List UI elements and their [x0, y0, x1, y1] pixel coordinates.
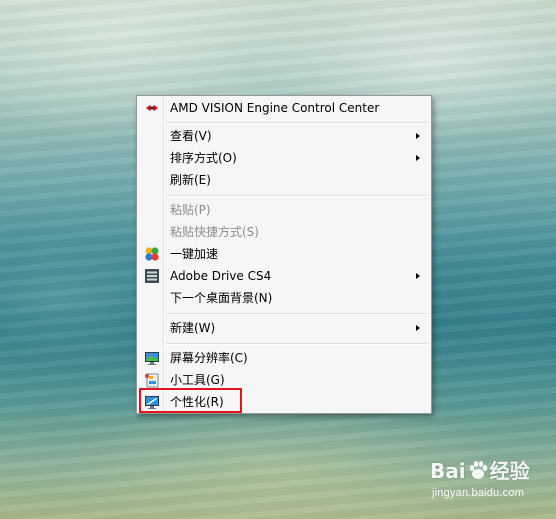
menu-item-label: 一键加速 [170, 247, 219, 261]
menu-item-screen-resolution[interactable]: 屏幕分辨率(C) [140, 347, 428, 369]
speedup-icon [143, 245, 161, 263]
menu-item-label: AMD VISION Engine Control Center [170, 101, 380, 115]
submenu-arrow-icon [416, 325, 420, 331]
menu-item-paste[interactable]: 粘贴(P) [140, 199, 428, 221]
menu-item-label: 屏幕分辨率(C) [170, 351, 248, 365]
menu-item-next-background[interactable]: 下一个桌面背景(N) [140, 287, 428, 309]
menu-separator [166, 195, 428, 197]
menu-item-label: 粘贴(P) [170, 203, 211, 217]
submenu-arrow-icon [416, 273, 420, 279]
menu-item-label: 刷新(E) [170, 173, 211, 187]
menu-item-label: 新建(W) [170, 321, 216, 335]
desktop-context-menu: AMD VISION Engine Control Center 查看(V) 排… [136, 95, 432, 414]
gadgets-icon [143, 371, 161, 389]
menu-item-refresh[interactable]: 刷新(E) [140, 169, 428, 191]
menu-item-speedup[interactable]: 一键加速 [140, 243, 428, 265]
menu-item-label: Adobe Drive CS4 [170, 269, 272, 283]
paw-icon [467, 459, 489, 481]
adobe-drive-icon [143, 267, 161, 285]
menu-item-view[interactable]: 查看(V) [140, 125, 428, 147]
menu-item-new[interactable]: 新建(W) [140, 317, 428, 339]
watermark-url: jingyan.baidu.com [432, 487, 525, 499]
menu-item-label: 排序方式(O) [170, 151, 237, 165]
annotation-highlight-box [139, 388, 242, 413]
baidu-jingyan-watermark: Bai 经验 jingyan.baidu.com [430, 455, 550, 505]
menu-separator [166, 343, 428, 345]
menu-separator [166, 122, 428, 124]
submenu-arrow-icon [416, 155, 420, 161]
watermark-logo-left: Bai [430, 459, 466, 483]
menu-item-amd-vision[interactable]: AMD VISION Engine Control Center [140, 97, 428, 119]
submenu-arrow-icon [416, 133, 420, 139]
amd-icon [143, 99, 161, 117]
watermark-logo: Bai 经验 [430, 455, 550, 483]
menu-item-paste-shortcut[interactable]: 粘贴快捷方式(S) [140, 221, 428, 243]
menu-item-label: 查看(V) [170, 129, 212, 143]
watermark-logo-right: 经验 [489, 459, 530, 483]
menu-item-sort[interactable]: 排序方式(O) [140, 147, 428, 169]
menu-separator [166, 313, 428, 315]
menu-item-label: 粘贴快捷方式(S) [170, 225, 259, 239]
menu-item-adobe-drive[interactable]: Adobe Drive CS4 [140, 265, 428, 287]
menu-item-label: 下一个桌面背景(N) [170, 291, 273, 305]
monitor-icon [143, 349, 161, 367]
